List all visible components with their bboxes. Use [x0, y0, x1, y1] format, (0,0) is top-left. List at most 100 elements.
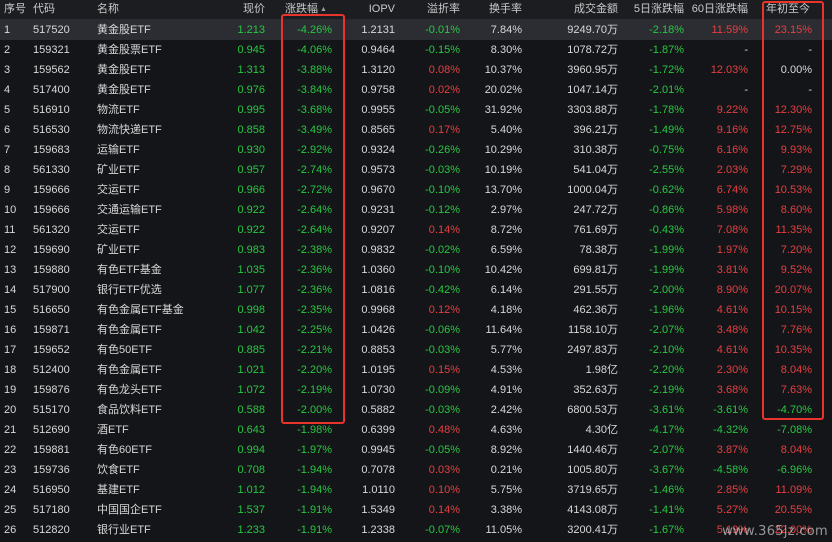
table-row[interactable]: 17 159652 有色50ETF 0.885 -2.21% 0.8853 -0.03% 5.… — [0, 340, 832, 360]
cell-d5: -1.99% — [649, 244, 684, 256]
cell-amount: 2497.83万 — [567, 344, 618, 356]
col-header-d5[interactable]: 5日涨跌幅 — [625, 0, 684, 19]
table-row[interactable]: 25 517180 中国国企ETF 1.537 -1.91% 1.5349 0.14% 3.3… — [0, 500, 832, 520]
cell-amount: 310.38万 — [573, 144, 618, 156]
cell-d60: 5.27% — [716, 504, 748, 516]
cell-iopv: 0.9955 — [361, 104, 395, 116]
cell-amount: 3960.95万 — [567, 64, 618, 76]
cell-iopv: 1.0816 — [361, 284, 395, 296]
cell-name: 物流ETF — [97, 104, 140, 116]
cell-d60: 3.48% — [716, 324, 748, 336]
table-row[interactable]: 24 516950 基建ETF 1.012 -1.94% 1.0110 0.10% 5.75%… — [0, 480, 832, 500]
cell-price: 1.042 — [237, 324, 265, 336]
table-row[interactable]: 15 516650 有色金属ETF基金 0.998 -2.35% 0.9968 0.12% 4… — [0, 300, 832, 320]
col-header-name[interactable]: 名称 — [97, 0, 217, 19]
cell-iopv: 0.7078 — [361, 464, 395, 476]
cell-code: 159683 — [33, 144, 70, 156]
cell-code: 516950 — [33, 484, 70, 496]
cell-code: 516530 — [33, 124, 70, 136]
cell-d60: 2.30% — [716, 364, 748, 376]
cell-iopv: 1.2338 — [361, 524, 395, 536]
col-header-code[interactable]: 代码 — [33, 0, 93, 19]
table-row[interactable]: 21 512690 酒ETF 0.643 -1.98% 0.6399 0.48% 4.63% 4… — [0, 420, 832, 440]
cell-premium: -0.03% — [425, 404, 460, 416]
col-header-iopv[interactable]: IOPV — [345, 0, 395, 19]
table-row[interactable]: 1 517520 黄金股ETF 1.213 -4.26% 1.2131 -0.01% 7.84… — [0, 20, 832, 40]
cell-amount: 462.36万 — [573, 304, 618, 316]
cell-d60: 3.87% — [716, 444, 748, 456]
table-row[interactable]: 20 515170 食品饮料ETF 0.588 -2.00% 0.5882 -0.03% 2.… — [0, 400, 832, 420]
cell-turnover: 8.30% — [490, 44, 522, 56]
col-header-d60[interactable]: 60日涨跌幅 — [690, 0, 748, 19]
cell-amount: 3303.88万 — [567, 104, 618, 116]
cell-name: 有色金属ETF — [97, 364, 162, 376]
cell-idx: 5 — [4, 104, 11, 116]
table-row[interactable]: 7 159683 运输ETF 0.930 -2.92% 0.9324 -0.26% 10.29… — [0, 140, 832, 160]
cell-turnover: 5.77% — [490, 344, 522, 356]
cell-turnover: 6.14% — [490, 284, 522, 296]
cell-premium: -0.03% — [425, 344, 460, 356]
cell-d5: -1.96% — [649, 304, 684, 316]
cell-d5: -4.17% — [649, 424, 684, 436]
table-row[interactable]: 23 159736 饮食ETF 0.708 -1.94% 0.7078 0.03% 0.21%… — [0, 460, 832, 480]
table-row[interactable]: 3 159562 黄金股ETF 1.313 -3.88% 1.3120 0.08% 10.37… — [0, 60, 832, 80]
table-row[interactable]: 8 561330 矿业ETF 0.957 -2.74% 0.9573 -0.03% 10.19… — [0, 160, 832, 180]
col-header-turnover[interactable]: 换手率 — [470, 0, 522, 19]
cell-iopv: 0.9832 — [361, 244, 395, 256]
cell-price: 0.983 — [237, 244, 265, 256]
cell-premium: 0.08% — [428, 64, 460, 76]
cell-premium: -0.42% — [425, 284, 460, 296]
cell-code: 512820 — [33, 524, 70, 536]
table-row[interactable]: 22 159881 有色60ETF 0.994 -1.97% 0.9945 -0.05% 8.… — [0, 440, 832, 460]
cell-d5: -2.20% — [649, 364, 684, 376]
cell-code: 159871 — [33, 324, 70, 336]
cell-price: 0.995 — [237, 104, 265, 116]
table-row[interactable]: 9 159666 交运ETF 0.966 -2.72% 0.9670 -0.10% 13.70… — [0, 180, 832, 200]
table-row[interactable]: 10 159666 交通运输ETF 0.922 -2.64% 0.9231 -0.12% 2.… — [0, 200, 832, 220]
cell-iopv: 0.9231 — [361, 204, 395, 216]
table-row[interactable]: 16 159871 有色金属ETF 1.042 -2.25% 1.0426 -0.06% 11… — [0, 320, 832, 340]
cell-price: 0.858 — [237, 124, 265, 136]
col-header-amount[interactable]: 成交金额 — [540, 0, 618, 19]
cell-iopv: 0.6399 — [361, 424, 395, 436]
cell-idx: 14 — [4, 284, 17, 296]
cell-d5: -3.61% — [649, 404, 684, 416]
col-header-price[interactable]: 现价 — [205, 0, 265, 19]
cell-iopv: 0.8565 — [361, 124, 395, 136]
cell-premium: -0.03% — [425, 164, 460, 176]
cell-name: 有色60ETF — [97, 444, 153, 456]
cell-amount: 1047.14万 — [567, 84, 618, 96]
cell-code: 517900 — [33, 284, 70, 296]
cell-d5: -2.55% — [649, 164, 684, 176]
cell-d60: 11.59% — [711, 24, 749, 36]
cell-d5: -2.07% — [649, 324, 684, 336]
col-header-idx[interactable]: 序号 — [4, 0, 30, 19]
cell-price: 0.708 — [237, 464, 265, 476]
cell-premium: -0.01% — [425, 24, 460, 36]
col-header-premium[interactable]: 溢折率 — [405, 0, 460, 19]
table-row[interactable]: 19 159876 有色龙头ETF 1.072 -2.19% 1.0730 -0.09% 4.… — [0, 380, 832, 400]
table-row[interactable]: 14 517900 银行ETF优选 1.077 -2.36% 1.0816 -0.42% 6.… — [0, 280, 832, 300]
cell-d60: 7.08% — [716, 224, 748, 236]
cell-d5: -0.62% — [649, 184, 684, 196]
table-row[interactable]: 12 159690 矿业ETF 0.983 -2.38% 0.9832 -0.02% 6.59… — [0, 240, 832, 260]
cell-premium: -0.09% — [425, 384, 460, 396]
cell-code: 561320 — [33, 224, 70, 236]
cell-iopv: 1.0730 — [361, 384, 395, 396]
table-row[interactable]: 18 512400 有色金属ETF 1.021 -2.20% 1.0195 0.15% 4.5… — [0, 360, 832, 380]
cell-code: 159321 — [33, 44, 70, 56]
cell-turnover: 10.42% — [484, 264, 522, 276]
table-row[interactable]: 6 516530 物流快递ETF 0.858 -3.49% 0.8565 0.17% 5.40… — [0, 120, 832, 140]
table-row[interactable]: 13 159880 有色ETF基金 1.035 -2.36% 1.0360 -0.10% 10… — [0, 260, 832, 280]
table-row[interactable]: 5 516910 物流ETF 0.995 -3.68% 0.9955 -0.05% 31.92… — [0, 100, 832, 120]
table-row[interactable]: 2 159321 黄金股票ETF 0.945 -4.06% 0.9464 -0.15% 8.3… — [0, 40, 832, 60]
cell-d5: -1.67% — [649, 524, 684, 536]
table-row[interactable]: 26 512820 银行业ETF 1.233 -1.91% 1.2338 -0.07% 11.… — [0, 520, 832, 540]
cell-d5: -1.49% — [649, 124, 684, 136]
cell-name: 银行业ETF — [97, 524, 151, 536]
cell-price: 0.994 — [237, 444, 265, 456]
table-row[interactable]: 11 561320 交运ETF 0.922 -2.64% 0.9207 0.14% 8.72%… — [0, 220, 832, 240]
cell-turnover: 7.84% — [490, 24, 522, 36]
cell-amount: 6800.53万 — [567, 404, 618, 416]
table-row[interactable]: 4 517400 黄金股ETF 0.976 -3.84% 0.9758 0.02% 20.02… — [0, 80, 832, 100]
